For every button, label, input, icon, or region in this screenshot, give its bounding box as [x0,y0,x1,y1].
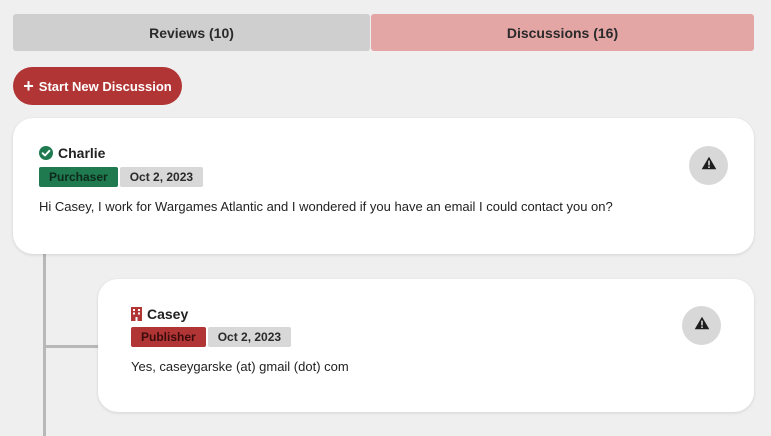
building-icon [131,307,142,321]
reply-message: Yes, caseygarske (at) gmail (dot) com [131,359,349,374]
author-name[interactable]: Casey [147,306,188,322]
role-badge: Publisher [131,327,206,347]
report-button[interactable] [682,306,721,345]
discussion-tabs: Reviews (10) Discussions (16) [13,14,754,51]
post-author: Charlie [39,145,105,161]
warning-icon [694,316,710,335]
role-badge: Purchaser [39,167,118,187]
start-new-discussion-button[interactable]: + Start New Discussion [13,67,182,105]
verified-check-icon [39,146,53,160]
date-badge: Oct 2, 2023 [119,167,204,187]
warning-icon [701,156,717,175]
author-name[interactable]: Charlie [58,145,105,161]
post-message: Hi Casey, I work for Wargames Atlantic a… [39,199,613,214]
tab-discussions[interactable]: Discussions (16) [371,14,754,51]
start-new-discussion-label: Start New Discussion [38,78,172,94]
reply-author: Casey [131,306,188,322]
reply-connector [43,345,99,348]
date-badge: Oct 2, 2023 [207,327,292,347]
post-badges: Purchaser Oct 2, 2023 [39,167,204,187]
tab-reviews[interactable]: Reviews (10) [13,14,370,51]
discussion-post: Charlie Purchaser Oct 2, 2023 Hi Casey, … [13,118,754,254]
report-button[interactable] [689,146,728,185]
reply-badges: Publisher Oct 2, 2023 [131,327,292,347]
plus-icon: + [23,76,34,96]
discussion-reply: Casey Publisher Oct 2, 2023 Yes, caseyga… [98,279,754,412]
